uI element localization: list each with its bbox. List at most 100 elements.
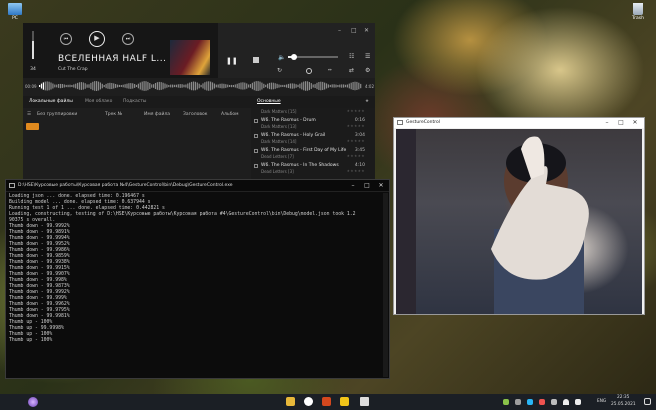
console-app-taskbar-icon[interactable]	[360, 397, 369, 406]
start-icon[interactable]	[28, 397, 38, 407]
time-total: 4:02	[365, 84, 374, 89]
waveform-bar	[316, 82, 318, 90]
waveform-bar	[274, 83, 276, 89]
waveform-bar	[137, 83, 139, 89]
waveform-bar	[97, 81, 100, 91]
playlist-item[interactable]: W6. The Rasmus - In The Shadows Dead Let…	[251, 162, 375, 175]
waveform-bar	[354, 81, 356, 91]
tray-icon[interactable]	[551, 399, 557, 405]
file-explorer-icon[interactable]	[286, 397, 295, 406]
seek-thumb[interactable]	[291, 54, 297, 60]
shuffle-icon[interactable]: ⇄	[349, 67, 354, 74]
wifi-icon[interactable]	[563, 399, 569, 405]
waveform-bar	[230, 84, 233, 88]
menu-icon[interactable]: ☰	[365, 53, 370, 60]
playlist-item[interactable]: W6. The Rasmus - First Day of My Life De…	[251, 147, 375, 160]
language-indicator[interactable]: ENG	[597, 399, 606, 404]
waveform-bar	[229, 85, 231, 87]
browser-icon[interactable]	[304, 397, 313, 406]
console-close-button[interactable]: ✕	[376, 182, 386, 190]
waveform-seekbar[interactable]	[23, 80, 375, 92]
console-titlebar[interactable]: D:\HSE\Курсовые работы\Курсовая работа №…	[6, 180, 389, 192]
grouping-select[interactable]: Без группировки	[37, 112, 77, 117]
camera-minimize-button[interactable]: –	[602, 119, 612, 127]
tray-icon[interactable]	[503, 399, 509, 405]
desktop-icon-trash[interactable]: Trash	[626, 3, 650, 21]
tray-icon[interactable]	[539, 399, 545, 405]
notifications-icon[interactable]	[644, 398, 651, 405]
waveform-bar	[343, 84, 345, 88]
star-icon[interactable]: ★	[365, 99, 369, 104]
clock-time[interactable]: 22:35	[617, 395, 629, 400]
settings-icon[interactable]: ⚙	[365, 67, 370, 74]
info-icon[interactable]	[306, 68, 312, 74]
column-header-title[interactable]: Заголовок	[183, 112, 208, 117]
previous-button[interactable]: ⏮	[60, 33, 72, 45]
column-header-filename[interactable]: Имя файла	[144, 112, 170, 117]
volume-control[interactable]: 34	[27, 29, 39, 75]
waveform-bar	[40, 83, 43, 89]
play-button[interactable]: ▶	[89, 31, 105, 47]
camera-maximize-button[interactable]: □	[616, 119, 626, 127]
column-header-album[interactable]: Альбом	[221, 112, 239, 117]
waveform-bar	[58, 84, 60, 88]
folder-badge[interactable]	[26, 123, 39, 130]
waveform-bar	[291, 83, 293, 89]
tab-main-playlist[interactable]: Основные	[257, 99, 281, 104]
close-button[interactable]: ✕	[364, 27, 369, 34]
camera-close-button[interactable]: ✕	[630, 119, 640, 127]
waveform-bar	[215, 84, 217, 88]
desktop-icon-pc[interactable]: PC	[3, 3, 27, 21]
volume-slider[interactable]	[32, 31, 34, 59]
waveform-bar	[276, 83, 278, 89]
waveform-bar	[50, 82, 52, 90]
waveform-bar	[344, 84, 347, 88]
maximize-button[interactable]: □	[351, 27, 357, 34]
repeat-icon[interactable]: ↻	[277, 67, 282, 74]
crossfade-icon[interactable]: ↔	[328, 68, 332, 73]
seek-slider[interactable]	[288, 54, 338, 60]
rating-stars[interactable]: ★★★★★	[347, 169, 365, 173]
rating-stars[interactable]: ★★★★★	[347, 154, 365, 158]
minimize-button[interactable]: –	[338, 27, 341, 34]
console-maximize-button[interactable]: □	[362, 182, 372, 190]
rating-stars[interactable]: ★★★★★	[347, 124, 365, 128]
waveform-bar	[263, 83, 265, 89]
console-output[interactable]: Loading json ... done. elapsed time: 0.1…	[9, 194, 387, 344]
waveform-bar	[318, 82, 320, 90]
rating-stars[interactable]: ★★★★★	[347, 109, 365, 113]
pause-icon[interactable]: ❚❚	[226, 57, 238, 65]
stop-icon[interactable]	[253, 57, 259, 63]
playlist-item[interactable]: W6. The Rasmus - Drum Dark Matters [13] …	[251, 117, 375, 130]
waveform-bar	[244, 82, 246, 90]
waveform-bar	[306, 81, 309, 91]
playlist-item[interactable]: W6. The Rasmus - Holy Grail Dark Matters…	[251, 132, 375, 145]
track-title: ВСЕЛЕННАЯ HALF L...	[58, 54, 167, 64]
waveform-bar	[69, 84, 71, 88]
console-scrollbar[interactable]	[383, 193, 388, 377]
rating-stars[interactable]: ★★★★★	[347, 139, 365, 143]
list-icon[interactable]: ☰	[27, 112, 31, 117]
tab-cloud[interactable]: Моя облако	[85, 99, 112, 104]
tab-local-files[interactable]: Локальные файлы	[29, 99, 73, 104]
waveform-bar	[208, 81, 210, 91]
column-header-track[interactable]: Трек №	[105, 112, 122, 117]
volume-icon[interactable]: 🔈	[278, 54, 285, 61]
app-icon[interactable]	[340, 397, 349, 406]
next-button[interactable]: ⏭	[122, 33, 134, 45]
playlist-checkbox[interactable]	[254, 149, 258, 153]
tab-podcasts[interactable]: Подкасты	[123, 99, 146, 104]
playlist-checkbox[interactable]	[254, 119, 258, 123]
clock-date[interactable]: 25.05.2021	[611, 402, 636, 407]
speaker-icon[interactable]	[575, 399, 581, 405]
music-app-icon[interactable]	[322, 397, 331, 406]
playlist-checkbox[interactable]	[254, 134, 258, 138]
console-minimize-button[interactable]: –	[348, 182, 358, 190]
tray-icon[interactable]	[515, 399, 521, 405]
waveform-bar	[211, 82, 214, 90]
waveform-bar	[90, 82, 92, 90]
equalizer-icon[interactable]: ☷	[349, 53, 354, 60]
camera-titlebar[interactable]: GestureControl – □ ✕	[394, 118, 644, 128]
tray-icon[interactable]	[527, 399, 533, 405]
playlist-checkbox[interactable]	[254, 164, 258, 168]
